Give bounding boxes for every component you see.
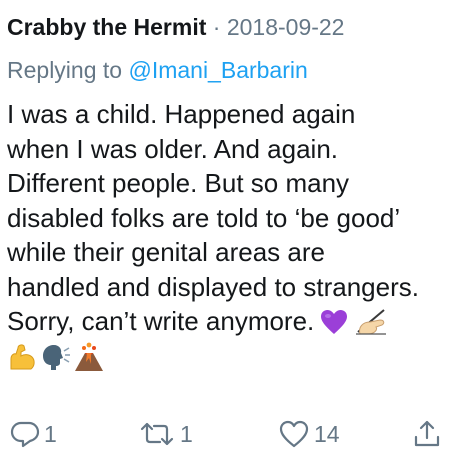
tweet-text-line: I was a child. Happened again [7,99,356,129]
retweet-button[interactable]: 1 [138,412,193,456]
heart-icon [278,419,310,449]
like-button[interactable]: 14 [278,412,340,456]
tweet-header: Crabby the Hermit · 2018-09-22 [7,12,344,42]
flexed-biceps-icon [7,342,37,376]
speaking-head-icon [39,342,71,376]
retweet-icon [138,419,176,449]
share-icon [412,419,442,449]
mention-link[interactable]: @Imani_Barbarin [128,57,307,83]
reply-count: 1 [44,420,57,447]
tweet-date[interactable]: 2018-09-22 [227,14,345,40]
tweet-card: Crabby the Hermit · 2018-09-22 Replying … [0,0,474,474]
tweet-text-line: when I was older. And again. [7,133,339,164]
reply-button[interactable]: 1 [10,412,57,456]
writing-hand-icon [354,307,388,344]
tweet-text-line-content: Sorry, can’t write anymore. [7,306,315,336]
tweet-text-line: while their genital areas are [7,237,325,267]
volcano-icon [73,342,105,376]
emoji-row [7,341,474,376]
tweet-text-line: disabled folks are told to ‘be good’ [7,202,401,233]
like-count: 14 [314,420,340,447]
tweet-text-line: Different people. But so many [7,168,350,198]
replying-prefix: Replying to [7,57,123,83]
tweet-text: I was a child. Happened again when I was… [7,97,474,375]
tweet-text-line-last: Sorry, can’t write anymore. [7,304,474,339]
tweet-actions: 1 1 14 [0,412,474,462]
tweet-text-line: handled and displayed to strangers. [7,271,419,302]
reply-icon [10,419,40,449]
share-button[interactable] [412,412,442,456]
header-separator: · [212,14,221,40]
replying-to-line: Replying to @Imani_Barbarin [7,55,308,85]
retweet-count: 1 [180,420,193,447]
author-name[interactable]: Crabby the Hermit [7,14,206,40]
purple-heart-icon [320,309,348,344]
